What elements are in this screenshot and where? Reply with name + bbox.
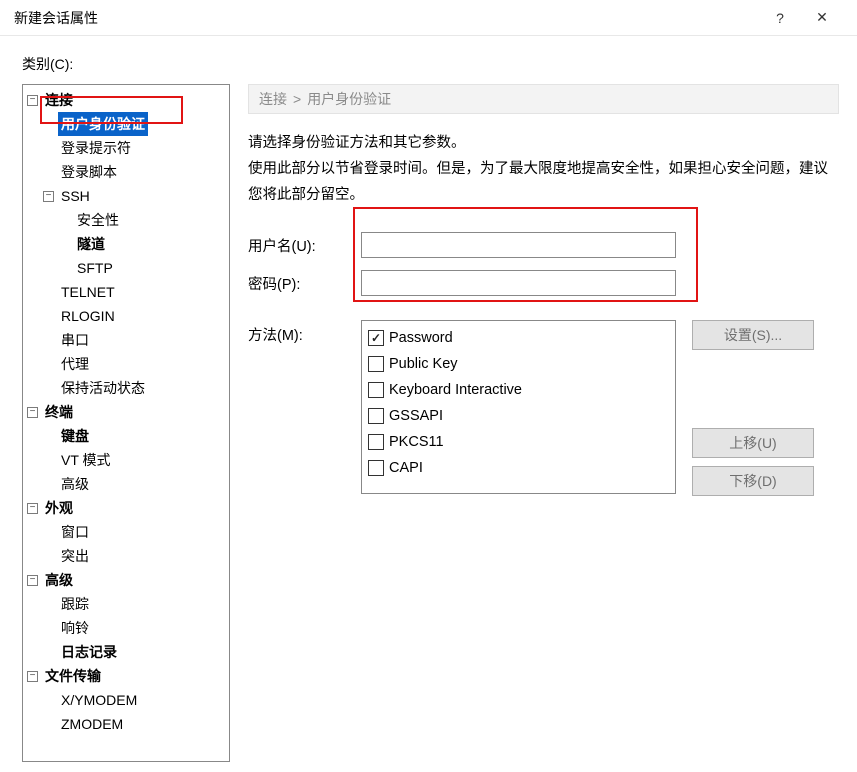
tree-item-vt-mode[interactable]: VT 模式 (58, 448, 114, 472)
tree-item-login-prompt[interactable]: 登录提示符 (58, 136, 134, 160)
expander-icon[interactable]: − (27, 407, 38, 418)
tree-item-window[interactable]: 窗口 (58, 520, 92, 544)
category-label: 类别(C): (22, 54, 857, 74)
method-item-kbdint[interactable]: Keyboard Interactive (368, 377, 669, 403)
category-tree[interactable]: − 连接 用户身份验证 登录提示符 登录脚本 − (22, 84, 230, 762)
tree-item-log[interactable]: 日志记录 (58, 640, 120, 664)
tree-item-security[interactable]: 安全性 (74, 208, 122, 232)
method-item-pkcs11[interactable]: PKCS11 (368, 429, 669, 455)
tree-item-telnet[interactable]: TELNET (58, 280, 118, 304)
tree-item-proxy[interactable]: 代理 (58, 352, 92, 376)
expander-icon[interactable]: − (27, 671, 38, 682)
tree-item-keyboard[interactable]: 键盘 (58, 424, 92, 448)
help-button[interactable]: ? (759, 0, 801, 36)
tree-item-sftp[interactable]: SFTP (74, 256, 116, 280)
tree-item-serial[interactable]: 串口 (58, 328, 92, 352)
breadcrumb-conn: 连接 (259, 89, 287, 109)
titlebar: 新建会话属性 ? ✕ (0, 0, 857, 36)
checkbox-icon[interactable] (368, 330, 384, 346)
expander-icon[interactable]: − (27, 95, 38, 106)
checkbox-icon[interactable] (368, 382, 384, 398)
window-title: 新建会话属性 (14, 8, 98, 28)
method-item-gssapi[interactable]: GSSAPI (368, 403, 669, 429)
method-list[interactable]: Password Public Key Keyboard Interactive… (361, 320, 676, 494)
move-up-button[interactable]: 上移(U) (692, 428, 814, 458)
checkbox-icon[interactable] (368, 356, 384, 372)
method-item-capi[interactable]: CAPI (368, 455, 669, 481)
checkbox-icon[interactable] (368, 434, 384, 450)
method-label: 方法(M): (248, 320, 361, 345)
username-input[interactable] (361, 232, 676, 258)
tree-item-bell[interactable]: 响铃 (58, 616, 92, 640)
tree-item-ssh[interactable]: SSH (58, 184, 93, 208)
tree-item-xymodem[interactable]: X/YMODEM (58, 688, 140, 712)
tree-item-keepalive[interactable]: 保持活动状态 (58, 376, 148, 400)
settings-button[interactable]: 设置(S)... (692, 320, 814, 350)
password-input[interactable] (361, 270, 676, 296)
breadcrumb: 连接 > 用户身份验证 (248, 84, 839, 114)
tree-item-user-auth[interactable]: 用户身份验证 (58, 112, 148, 136)
tree-item-trace[interactable]: 跟踪 (58, 592, 92, 616)
tree-item-appearance[interactable]: 外观 (42, 496, 76, 520)
tree-item-terminal-advanced[interactable]: 高级 (58, 472, 92, 496)
checkbox-icon[interactable] (368, 460, 384, 476)
checkbox-icon[interactable] (368, 408, 384, 424)
tree-item-tunnel[interactable]: 隧道 (74, 232, 108, 256)
tree-item-rlogin[interactable]: RLOGIN (58, 304, 118, 328)
method-item-password[interactable]: Password (368, 325, 669, 351)
tree-item-zmodem[interactable]: ZMODEM (58, 712, 126, 736)
breadcrumb-auth: 用户身份验证 (307, 89, 391, 109)
tree-item-terminal[interactable]: 终端 (42, 400, 76, 424)
tree-item-connection[interactable]: 连接 (42, 88, 76, 112)
close-button[interactable]: ✕ (801, 0, 843, 36)
expander-icon[interactable]: − (27, 503, 38, 514)
content-panel: 连接 > 用户身份验证 请选择身份验证方法和其它参数。 使用此部分以节省登录时间… (230, 84, 857, 772)
tree-item-file-transfer[interactable]: 文件传输 (42, 664, 104, 688)
method-item-publickey[interactable]: Public Key (368, 351, 669, 377)
tree-item-advanced[interactable]: 高级 (42, 568, 76, 592)
description-text: 请选择身份验证方法和其它参数。 使用此部分以节省登录时间。但是，为了最大限度地提… (248, 130, 839, 208)
tree-item-highlight[interactable]: 突出 (58, 544, 92, 568)
move-down-button[interactable]: 下移(D) (692, 466, 814, 496)
tree-item-login-script[interactable]: 登录脚本 (58, 160, 120, 184)
expander-icon[interactable]: − (43, 191, 54, 202)
expander-icon[interactable]: − (27, 575, 38, 586)
breadcrumb-sep: > (293, 91, 301, 107)
username-label: 用户名(U): (248, 235, 361, 256)
password-label: 密码(P): (248, 273, 361, 294)
